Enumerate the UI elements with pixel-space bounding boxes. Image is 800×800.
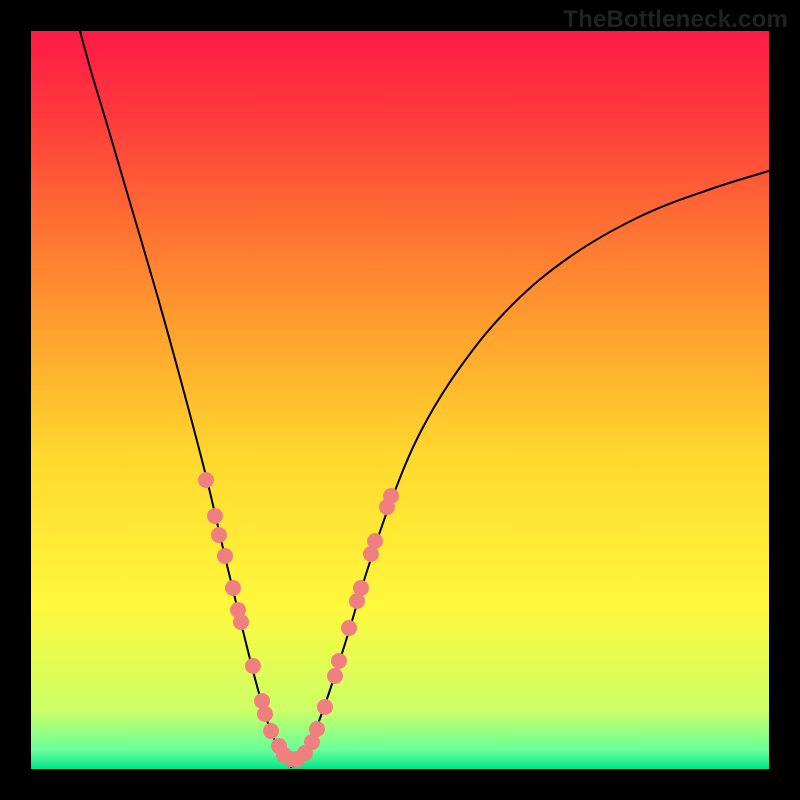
- plot-area: [31, 31, 769, 769]
- highlight-dot: [263, 723, 279, 739]
- highlight-dot: [331, 653, 347, 669]
- highlight-dot: [257, 706, 273, 722]
- highlight-dot: [211, 527, 227, 543]
- highlight-dot: [341, 620, 357, 636]
- highlight-dot: [233, 614, 249, 630]
- chart-background: [31, 31, 769, 769]
- highlight-dot: [353, 580, 369, 596]
- highlight-dot: [367, 533, 383, 549]
- watermark-label: TheBottleneck.com: [563, 6, 788, 34]
- highlight-dot: [245, 658, 261, 674]
- highlight-dot: [383, 488, 399, 504]
- highlight-dot: [327, 668, 343, 684]
- highlight-dot: [207, 508, 223, 524]
- highlight-dot: [309, 721, 325, 737]
- highlight-dot: [217, 548, 233, 564]
- highlight-dot: [317, 699, 333, 715]
- highlight-dot: [198, 472, 214, 488]
- highlight-dot: [225, 580, 241, 596]
- chart-frame: TheBottleneck.com: [0, 0, 800, 800]
- bottleneck-chart: [31, 31, 769, 769]
